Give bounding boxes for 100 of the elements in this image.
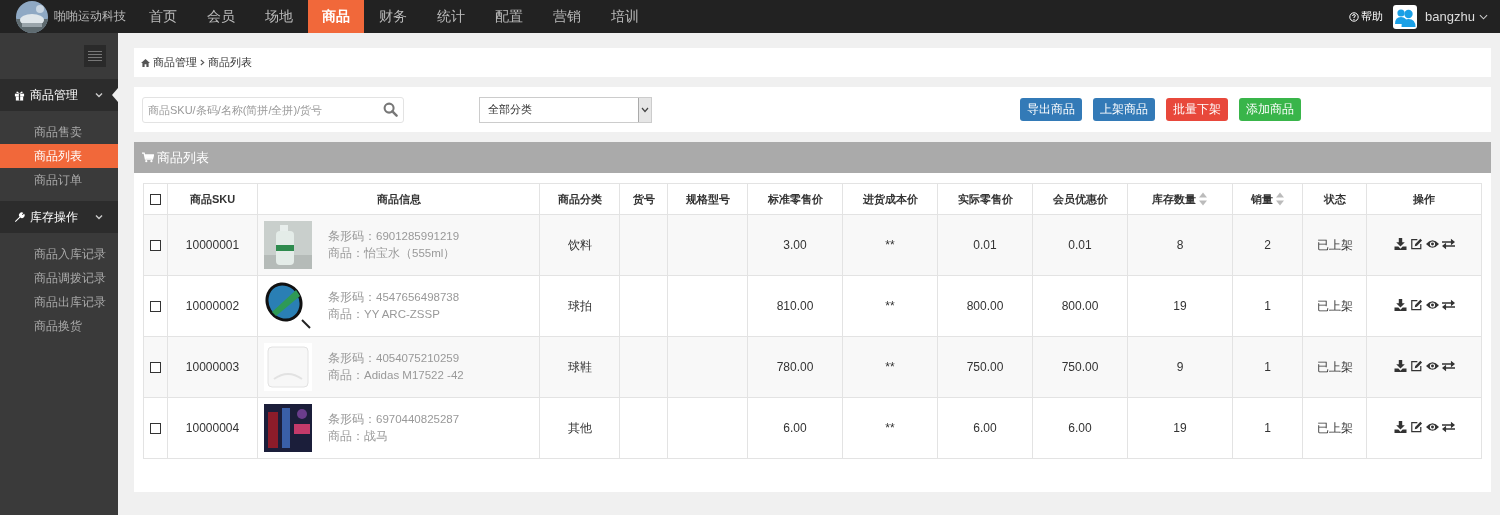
help-icon[interactable]: [1349, 11, 1360, 22]
search-field[interactable]: 商品SKU/条码/名称(简拼/全拼)/货号: [142, 96, 404, 123]
column-header: 标准零售价: [767, 191, 823, 207]
cart-icon: [142, 152, 154, 163]
edit-icon[interactable]: [1409, 359, 1423, 372]
nav-tab[interactable]: 场地: [250, 0, 308, 33]
product-name: 商品：YY ARC-ZSSP: [328, 307, 441, 322]
nav-tab[interactable]: 培训: [596, 0, 654, 33]
transfer-icon[interactable]: [1441, 298, 1455, 311]
table-cell: 0.01: [1068, 238, 1092, 252]
active-pointer-icon: [112, 88, 118, 102]
breadcrumb-link[interactable]: 商品列表: [208, 55, 252, 70]
nav-tab[interactable]: 配置: [480, 0, 538, 33]
column-header: 货号: [632, 191, 655, 207]
table-cell: 10000004: [185, 421, 240, 435]
row-checkbox[interactable]: [150, 362, 161, 374]
nav-tab[interactable]: 营销: [538, 0, 596, 33]
download-icon[interactable]: [1393, 237, 1407, 250]
view-icon[interactable]: [1425, 420, 1439, 433]
barcode-text: 条形码：6901285991219: [328, 229, 460, 244]
view-icon[interactable]: [1425, 359, 1439, 372]
table-cell: 已上架: [1316, 237, 1353, 252]
user-avatar-icon[interactable]: [1393, 4, 1418, 29]
barcode-text: 条形码：6970440825287: [328, 412, 460, 427]
home-icon: [141, 58, 150, 67]
table-cell: 800.00: [966, 299, 1004, 313]
table-cell: 10000003: [185, 360, 240, 374]
table-cell: 8: [1176, 238, 1184, 252]
sidebar-item[interactable]: 商品订单: [0, 168, 118, 192]
table-cell: **: [885, 238, 895, 252]
table-cell: 饮料: [567, 237, 592, 252]
product-name: 商品：Adidas M17522 -42: [328, 368, 464, 383]
table-cell: 6.00: [783, 421, 807, 435]
row-checkbox[interactable]: [150, 301, 161, 313]
column-header: 进货成本价: [862, 191, 918, 207]
category-select[interactable]: 全部分类: [479, 96, 652, 123]
table-cell: 已上架: [1316, 359, 1353, 374]
table-cell: 球鞋: [567, 359, 592, 374]
table-cell: 10000001: [185, 238, 240, 252]
chevron-icon: [94, 212, 104, 222]
user-menu[interactable]: bangzhu: [1425, 9, 1488, 24]
column-header[interactable]: 销量: [1250, 191, 1273, 207]
column-header: 商品分类: [557, 191, 602, 207]
brand-name: 啪啪运动科技: [54, 8, 126, 25]
sidebar-item[interactable]: 商品入库记录: [0, 242, 118, 266]
download-icon[interactable]: [1393, 298, 1407, 311]
table-cell: 780.00: [776, 360, 814, 374]
action-button[interactable]: 导出商品: [1020, 98, 1082, 121]
sidebar-item[interactable]: 商品售卖: [0, 120, 118, 144]
edit-icon[interactable]: [1409, 237, 1423, 250]
panel-title: 商品列表: [157, 148, 209, 167]
sidebar-item[interactable]: 商品换货: [0, 314, 118, 338]
view-icon[interactable]: [1425, 298, 1439, 311]
table-cell: 1: [1264, 360, 1271, 374]
caret-icon[interactable]: [641, 106, 649, 113]
table-cell: 6.00: [973, 421, 997, 435]
table-cell: **: [885, 360, 895, 374]
edit-icon[interactable]: [1409, 420, 1423, 433]
menu-icon[interactable]: [84, 45, 106, 67]
sidebar-item[interactable]: 商品调拨记录: [0, 266, 118, 290]
table-cell: **: [885, 299, 895, 313]
sidebar-group[interactable]: 商品管理: [0, 79, 118, 111]
nav-tab[interactable]: 会员: [192, 0, 250, 33]
sidebar-group[interactable]: 库存操作: [0, 201, 118, 233]
nav-tab[interactable]: 统计: [422, 0, 480, 33]
product-name: 商品：战马: [328, 429, 389, 444]
edit-icon[interactable]: [1409, 298, 1423, 311]
column-header: 状态: [1323, 191, 1346, 207]
table-cell: 已上架: [1316, 420, 1353, 435]
table-cell: 1: [1264, 421, 1271, 435]
action-button[interactable]: 上架商品: [1093, 98, 1155, 121]
sidebar-item[interactable]: 商品出库记录: [0, 290, 118, 314]
transfer-icon[interactable]: [1441, 359, 1455, 372]
table-cell: 已上架: [1316, 298, 1353, 313]
column-header: 商品SKU: [189, 191, 236, 207]
select-all-checkbox[interactable]: [150, 194, 161, 206]
column-header: 商品信息: [376, 191, 421, 207]
table-cell: 3.00: [783, 238, 807, 252]
nav-tab[interactable]: 首页: [134, 0, 192, 33]
column-header: 实际零售价: [957, 191, 1013, 207]
transfer-icon[interactable]: [1441, 420, 1455, 433]
table-cell: 2: [1264, 238, 1271, 252]
row-checkbox[interactable]: [150, 240, 161, 252]
column-header: 操作: [1413, 191, 1435, 207]
barcode-text: 条形码：4054075210259: [328, 351, 461, 366]
breadcrumb-link[interactable]: 商品管理: [153, 55, 197, 70]
search-icon[interactable]: [383, 101, 398, 117]
nav-tab[interactable]: 财务: [364, 0, 422, 33]
view-icon[interactable]: [1425, 237, 1439, 250]
download-icon[interactable]: [1393, 359, 1407, 372]
table-cell: 其他: [567, 420, 592, 435]
table-cell: 810.00: [776, 299, 814, 313]
table-cell: 19: [1173, 299, 1187, 313]
row-checkbox[interactable]: [150, 423, 161, 435]
column-header: 规格型号: [685, 191, 730, 207]
product-name: 商品：怡宝水（555ml）: [328, 246, 457, 261]
action-button[interactable]: 批量下架: [1166, 98, 1228, 121]
transfer-icon[interactable]: [1441, 237, 1455, 250]
help-link[interactable]: 帮助: [1349, 9, 1384, 24]
download-icon[interactable]: [1393, 420, 1407, 433]
